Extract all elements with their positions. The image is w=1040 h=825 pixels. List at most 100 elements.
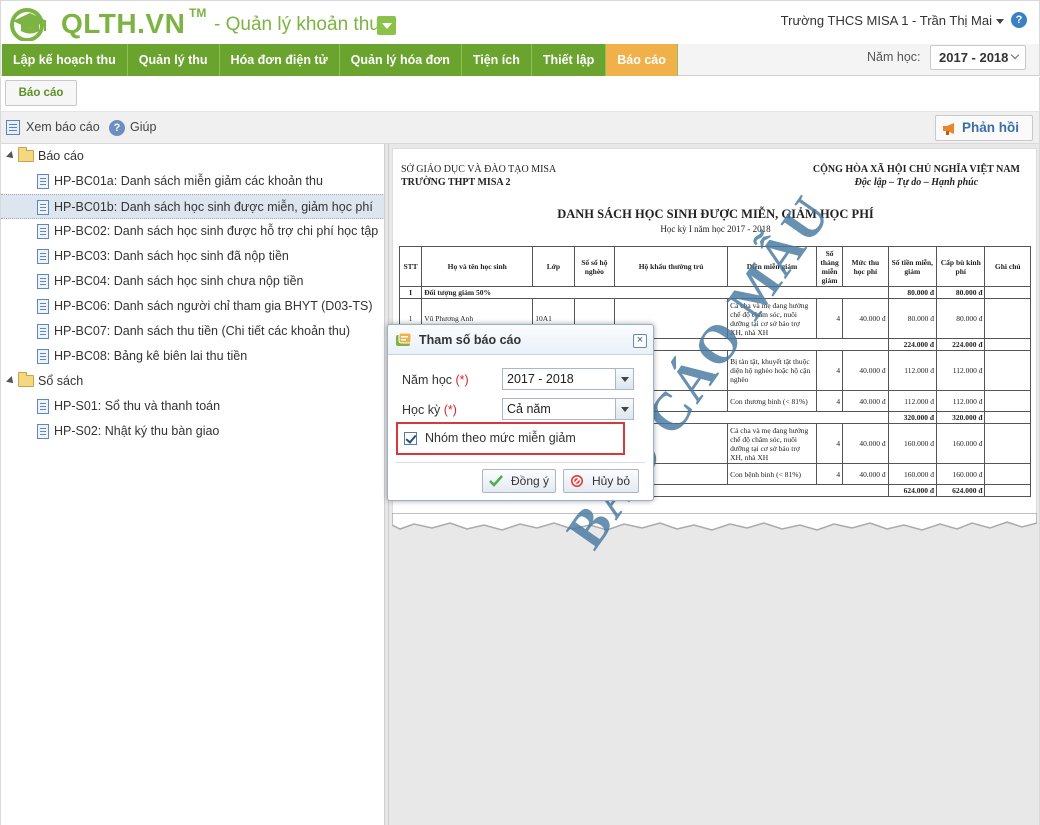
school-year-label: Năm học: — [867, 50, 921, 64]
cell: Đối tượng giảm 50% — [421, 286, 889, 299]
checkmark-icon — [489, 475, 503, 487]
ok-button[interactable]: Đồng ý — [482, 469, 556, 493]
tree-item-hp-bc01b[interactable]: HP-BC01b: Danh sách học sinh được miễn, … — [1, 194, 385, 219]
folder-icon — [18, 372, 34, 387]
report-params-dialog: Tham số báo cáo × Năm học (*) 2017 - 201… — [387, 324, 654, 501]
cell: 40.000 đ — [842, 463, 889, 485]
report-org-block: SỞ GIÁO DỤC VÀ ĐÀO TẠO MISA TRƯỜNG THPT … — [401, 163, 556, 189]
cancel-button[interactable]: Hủy bỏ — [563, 469, 639, 493]
expand-arrow-icon[interactable] — [6, 151, 16, 161]
help-icon[interactable]: ? — [1011, 12, 1027, 28]
tree-item-hp-bc03[interactable]: HP-BC03: Danh sách học sinh đã nộp tiền — [1, 244, 385, 269]
tree-folder-bao-cao[interactable]: Báo cáo — [1, 144, 385, 169]
year-field-label: Năm học (*) — [402, 373, 469, 387]
tree-item-hp-bc02[interactable]: HP-BC02: Danh sách học sinh được hỗ trợ … — [1, 219, 385, 244]
tree-item-label: HP-BC03: Danh sách học sinh đã nộp tiền — [54, 249, 289, 263]
cell: 40.000 đ — [842, 350, 889, 391]
term-field-label: Học kỳ (*) — [402, 403, 457, 417]
group-by-exemption-label[interactable]: Nhóm theo mức miễn giảm — [425, 431, 576, 445]
feedback-label: Phản hồi — [962, 120, 1019, 135]
main-nav: Lập kế hoạch thu Quản lý thu Hóa đơn điệ… — [0, 44, 1040, 76]
app-header: QLTH.VN TM - Quản lý khoản thu Trường TH… — [0, 0, 1040, 44]
col-header: Họ và tên học sinh — [421, 246, 534, 287]
school-year-select[interactable]: 2017 - 2018 — [930, 45, 1026, 70]
col-header: Hộ khẩu thường trú — [614, 246, 729, 287]
term-combobox[interactable]: Cả năm — [502, 398, 634, 420]
dialog-divider — [396, 462, 645, 463]
view-report-icon — [6, 120, 20, 135]
tree-item-label: HP-BC07: Danh sách thu tiền (Chi tiết cá… — [54, 324, 350, 338]
report-doc-icon — [37, 224, 49, 239]
subtab-bao-cao[interactable]: Báo cáo — [5, 80, 77, 106]
cell: 160.000 đ — [887, 423, 938, 464]
cell: 80.000 đ — [887, 298, 938, 339]
col-header: STT — [398, 246, 423, 287]
col-header: Số sổ hộ nghèo — [573, 246, 616, 287]
cell: 160.000 đ — [936, 423, 986, 464]
report-doc-icon — [37, 324, 49, 339]
report-org-dept: SỞ GIÁO DỤC VÀ ĐÀO TẠO MISA — [401, 164, 557, 175]
report-subtitle: Học kỳ I năm học 2017 - 2018 — [660, 224, 771, 234]
ok-button-label: Đồng ý — [511, 474, 550, 488]
tree-item-label: HP-S01: Sổ thu và thanh toán — [54, 399, 221, 413]
chevron-down-icon[interactable] — [615, 369, 633, 389]
cell: 40.000 đ — [842, 390, 889, 412]
tree-item-label: HP-BC04: Danh sách học sinh chưa nộp tiề… — [54, 274, 304, 288]
tree-item-label: HP-BC06: Danh sách người chỉ tham gia BH… — [54, 299, 373, 313]
cell — [984, 463, 1031, 485]
group-by-exemption-checkbox[interactable] — [404, 432, 417, 445]
school-year-value: 2017 - 2018 — [939, 50, 1009, 65]
nav-tab-tien-ich[interactable]: Tiện ích — [461, 44, 532, 76]
nav-tab-quan-ly-hoa-don[interactable]: Quản lý hóa đơn — [339, 44, 462, 76]
year-combobox[interactable]: 2017 - 2018 — [502, 368, 634, 390]
tree-item-hp-bc01a[interactable]: HP-BC01a: Danh sách miễn giảm các khoản … — [1, 169, 385, 194]
tree-item-hp-bc06[interactable]: HP-BC06: Danh sách người chỉ tham gia BH… — [1, 294, 385, 319]
cell: 4 — [815, 298, 844, 339]
tree-folder-so-sach[interactable]: Sổ sách — [1, 369, 385, 394]
chevron-down-icon[interactable] — [615, 399, 633, 419]
cell: 40.000 đ — [842, 423, 889, 464]
tree-item-hp-bc07[interactable]: HP-BC07: Danh sách thu tiền (Chi tiết cá… — [1, 319, 385, 344]
term-field-label-text: Học kỳ — [402, 403, 441, 417]
cell: 320.000 đ — [887, 411, 938, 424]
required-mark: (*) — [443, 403, 457, 417]
cancel-icon — [571, 475, 583, 487]
torn-paper-edge — [392, 513, 1037, 531]
report-doc-icon — [37, 424, 49, 439]
term-combobox-value: Cả năm — [507, 402, 551, 416]
year-field-label-text: Năm học — [402, 373, 453, 387]
tree-item-label: HP-BC01a: Danh sách miễn giảm các khoản … — [54, 174, 323, 188]
tree-folder-label: Sổ sách — [38, 374, 84, 388]
cell: 4 — [815, 390, 844, 412]
report-doc-icon — [37, 174, 49, 189]
col-header: Lớp — [532, 246, 575, 287]
col-header: Mức thu học phí — [842, 246, 889, 287]
nav-tab-thiet-lap[interactable]: Thiết lập — [531, 44, 607, 76]
close-icon[interactable]: × — [633, 334, 647, 348]
tree-item-hp-bc08[interactable]: HP-BC08: Bảng kê biên lai thu tiền — [1, 344, 385, 369]
cell: 624.000 đ — [936, 484, 986, 497]
module-dropdown-button[interactable] — [377, 16, 396, 35]
report-doc-icon — [37, 200, 49, 215]
report-org-school: TRƯỜNG THPT MISA 2 — [401, 177, 511, 188]
nav-tab-hoa-don-dien-tu[interactable]: Hóa đơn điện tử — [219, 44, 340, 76]
megaphone-icon — [943, 123, 954, 135]
report-nation-motto: Độc lập – Tự do – Hạnh phúc — [854, 177, 979, 188]
cell: 4 — [815, 350, 844, 391]
tree-item-hp-s02[interactable]: HP-S02: Nhật ký thu bàn giao — [1, 419, 385, 444]
cell — [984, 411, 1031, 424]
tree-item-label: HP-S02: Nhật ký thu bàn giao — [54, 424, 220, 438]
expand-arrow-icon[interactable] — [6, 376, 16, 386]
tree-item-hp-bc04[interactable]: HP-BC04: Danh sách học sinh chưa nộp tiề… — [1, 269, 385, 294]
user-menu[interactable]: Trường THCS MISA 1 - Trần Thị Mai — [781, 13, 1004, 28]
nav-tab-lap-ke-hoach-thu[interactable]: Lập kế hoạch thu — [2, 44, 128, 76]
col-header: Số tháng miễn giảm — [815, 246, 844, 287]
help-button[interactable]: Giúp — [130, 120, 156, 134]
nav-tab-bao-cao[interactable]: Báo cáo — [606, 44, 678, 76]
nav-tab-quan-ly-thu[interactable]: Quản lý thu — [127, 44, 220, 76]
feedback-button[interactable]: Phản hồi — [935, 115, 1033, 141]
report-doc-icon — [37, 399, 49, 414]
view-report-button[interactable]: Xem báo cáo — [26, 120, 100, 134]
cell — [984, 484, 1031, 497]
tree-item-hp-s01[interactable]: HP-S01: Sổ thu và thanh toán — [1, 394, 385, 419]
